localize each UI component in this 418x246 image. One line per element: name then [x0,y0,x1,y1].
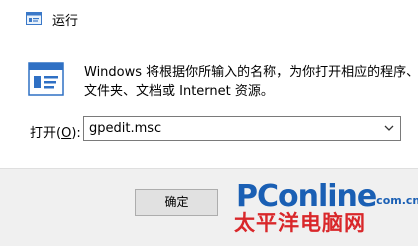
open-label: 打开(O): [30,122,81,141]
open-input[interactable]: gpedit.msc [89,121,161,136]
watermark-main: PConline [236,179,377,214]
ok-button[interactable]: 确定 [135,189,218,216]
window-title: 运行 [52,14,79,29]
run-app-icon [26,12,42,25]
description-line: Windows 将根据你所输入的名称，为你打开相应的程序、 [84,65,418,80]
description-text: Windows 将根据你所输入的名称，为你打开相应的程序、 文件夹、文档或 In… [84,63,418,101]
open-label-suffix: ): [71,126,81,141]
open-label-prefix: 打开( [30,126,62,141]
watermark-logo: PConline .com.cn 太平洋电脑网 [232,179,418,240]
chevron-down-icon[interactable] [384,124,394,132]
description-line: 文件夹、文档或 Internet 资源。 [84,84,274,99]
run-dialog: 运行 Windows 将根据你所输入的名称，为你打开相应的程序、 文件夹、文档或… [0,0,418,246]
watermark-sub: 太平洋电脑网 [234,211,366,235]
run-app-icon [28,62,64,96]
open-label-hotkey: O [61,126,72,141]
open-combobox[interactable]: gpedit.msc [83,116,401,141]
title-bar[interactable]: 运行 [0,0,418,36]
watermark-suffix: .com.cn [372,194,418,207]
